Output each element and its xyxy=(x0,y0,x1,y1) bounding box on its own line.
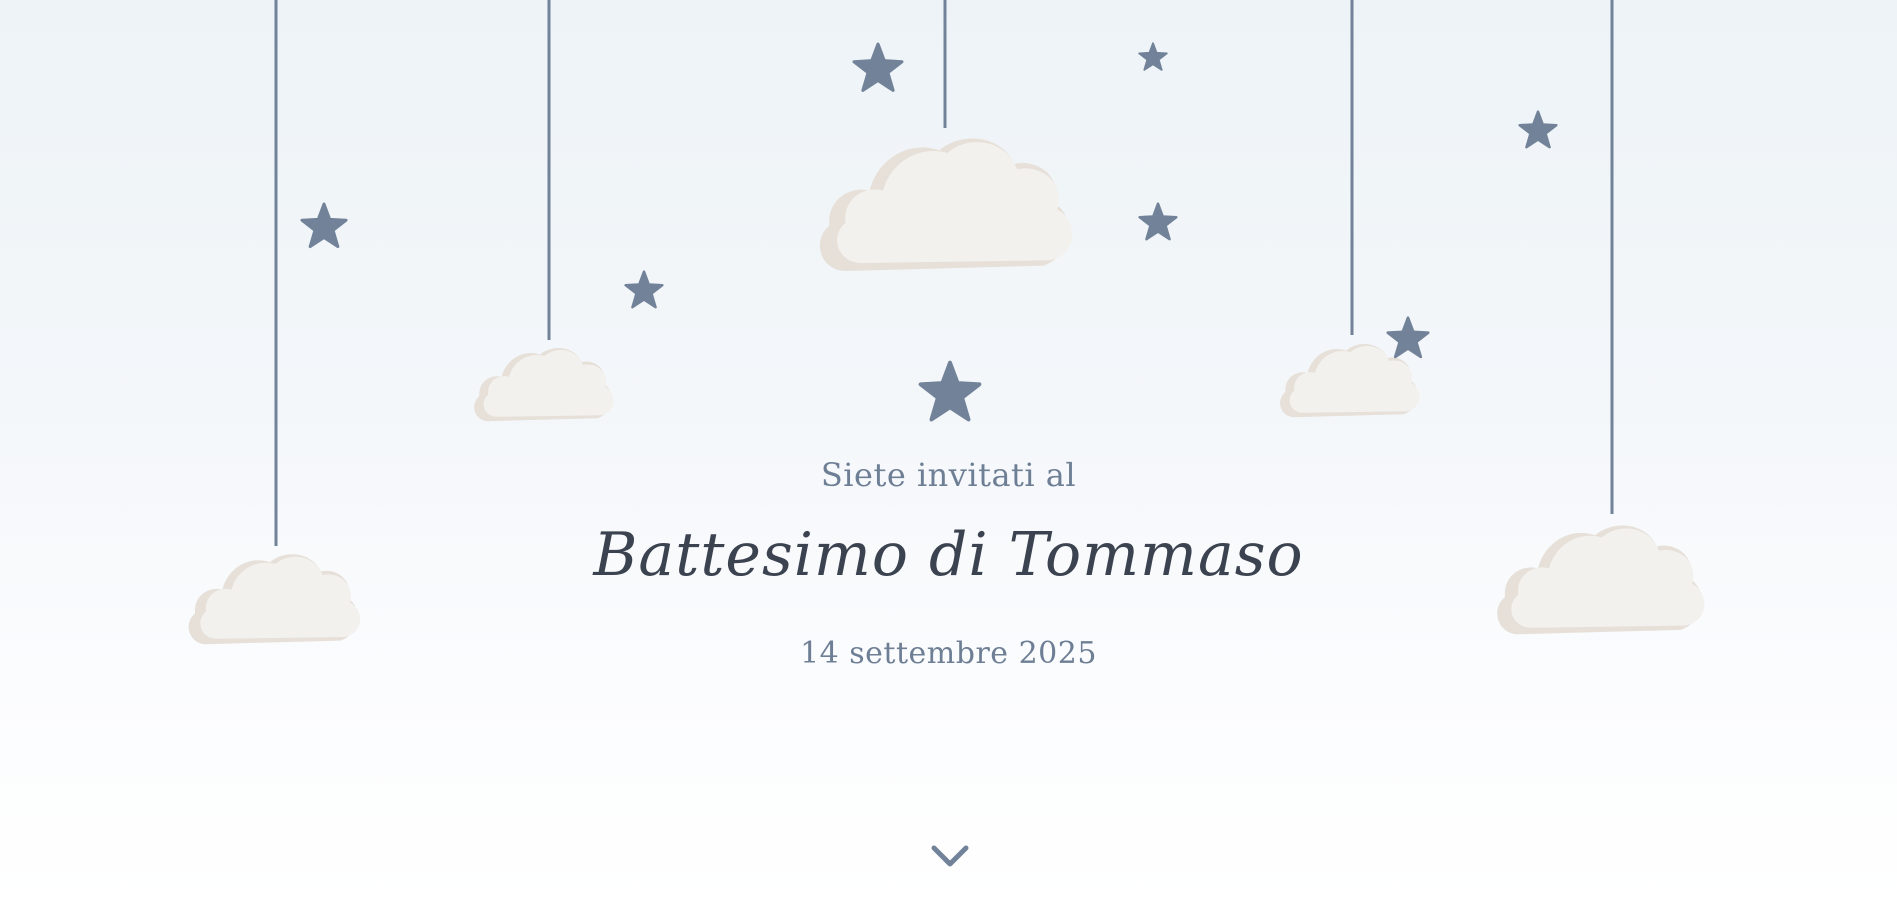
star-icon xyxy=(300,202,348,249)
scroll-down-button[interactable] xyxy=(928,838,972,874)
cloud-center xyxy=(819,138,1073,272)
star-icon xyxy=(1138,42,1168,71)
chevron-down-icon xyxy=(931,845,969,867)
star-icon xyxy=(1138,202,1178,241)
star-icon xyxy=(624,270,664,309)
star-icon xyxy=(918,360,982,422)
hero-section: Siete invitati al Battesimo di Tommaso 1… xyxy=(0,0,1897,907)
cloud-center-left xyxy=(474,348,614,422)
invitation-date: 14 settembre 2025 xyxy=(800,636,1097,671)
invitation-intro: Siete invitati al xyxy=(820,456,1077,494)
star-icon xyxy=(852,42,904,92)
hanging-mobile-decoration xyxy=(188,0,1705,645)
star-icon xyxy=(1518,110,1558,149)
star-icon xyxy=(1386,316,1430,359)
invitation-title: Battesimo di Tommaso xyxy=(593,520,1304,590)
